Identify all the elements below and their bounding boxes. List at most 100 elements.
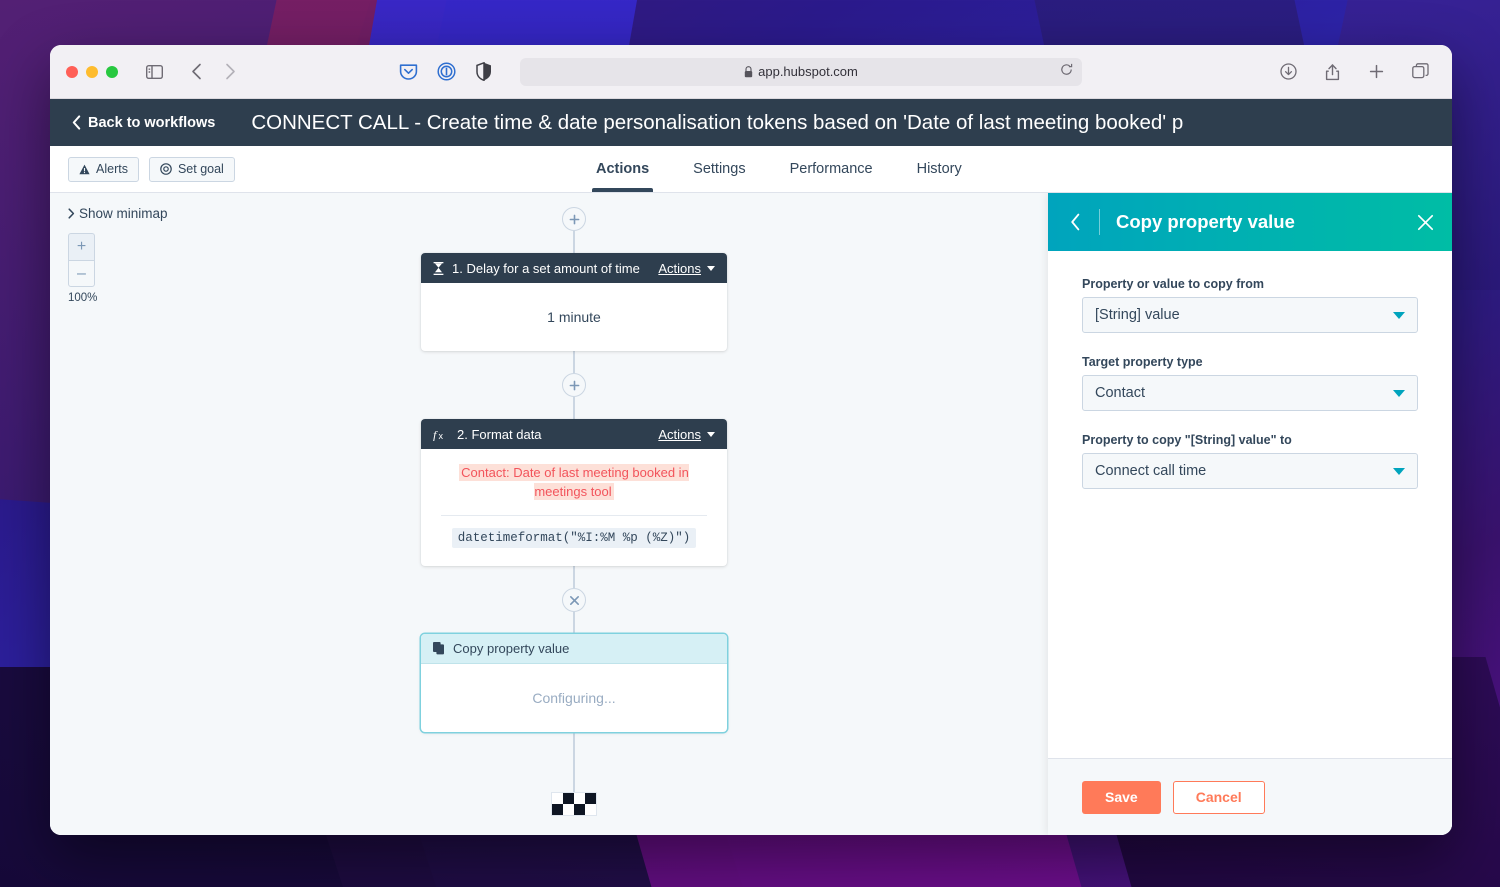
- chevron-down-icon: [707, 431, 715, 437]
- add-step-node-2[interactable]: [562, 373, 586, 397]
- field-label: Property or value to copy from: [1082, 277, 1264, 291]
- tab-performance-label: Performance: [789, 161, 873, 177]
- browser-toolbar: app.hubspot.com: [50, 45, 1452, 99]
- step-card-header: Copy property value: [421, 634, 727, 664]
- url-text: app.hubspot.com: [758, 64, 858, 79]
- cancel-button[interactable]: Cancel: [1172, 780, 1265, 814]
- panel-header-divider: [1099, 209, 1100, 235]
- field-target-property-type: Target property type Contact: [1082, 355, 1418, 411]
- onepassword-icon[interactable]: [432, 59, 460, 85]
- workflow-step-card[interactable]: f x 2. Format data Actions Contact: Date…: [421, 419, 727, 566]
- pocket-icon[interactable]: [394, 59, 422, 85]
- share-icon[interactable]: [1318, 59, 1346, 85]
- chevron-left-icon: [1071, 213, 1080, 231]
- back-icon[interactable]: [182, 59, 210, 85]
- step-actions-dropdown[interactable]: Actions: [658, 261, 715, 276]
- step-actions-dropdown[interactable]: Actions: [658, 427, 715, 442]
- alerts-button[interactable]: Alerts: [68, 156, 139, 182]
- plus-icon: [569, 380, 579, 390]
- alerts-label: Alerts: [96, 162, 128, 176]
- select-value: Contact: [1095, 385, 1145, 401]
- workflow-step-card[interactable]: 1. Delay for a set amount of time Action…: [421, 253, 727, 351]
- workflow-header: Back to workflows CONNECT CALL - Create …: [50, 99, 1452, 146]
- function-icon: f x: [433, 428, 449, 441]
- window-controls: [66, 65, 118, 78]
- workflow-flow: 1. Delay for a set amount of time Action…: [50, 193, 1098, 835]
- copy-property-value-panel: Copy property value Property or value to…: [1048, 193, 1452, 835]
- target-property-type-select[interactable]: Contact: [1082, 375, 1418, 411]
- set-goal-label: Set goal: [177, 162, 224, 176]
- panel-form: Property or value to copy from [String] …: [1048, 251, 1452, 758]
- select-value: [String] value: [1095, 307, 1180, 323]
- warning-triangle-icon: [79, 164, 90, 174]
- tab-performance[interactable]: Performance: [774, 146, 889, 192]
- downloads-icon[interactable]: [1274, 59, 1302, 85]
- hourglass-icon: [433, 261, 444, 275]
- close-icon: [1417, 214, 1434, 230]
- browser-actions: [1274, 59, 1436, 85]
- tab-settings[interactable]: Settings: [677, 146, 761, 192]
- chevron-left-icon: [72, 115, 81, 130]
- save-label: Save: [1105, 789, 1138, 805]
- save-button[interactable]: Save: [1082, 780, 1161, 814]
- step-card-header: 1. Delay for a set amount of time Action…: [421, 253, 727, 283]
- select-value: Connect call time: [1095, 463, 1207, 479]
- close-icon: [569, 595, 579, 605]
- svg-text:x: x: [439, 431, 444, 441]
- workflow-canvas[interactable]: Show minimap + – 100% 1. Delay for a set…: [50, 193, 1452, 835]
- workflow-navbar: Alerts Set goal Actions Settings Perform…: [50, 146, 1452, 193]
- cancel-label: Cancel: [1195, 789, 1242, 805]
- chevron-down-icon: [707, 265, 715, 271]
- step-title: 2. Format data: [457, 426, 542, 442]
- tab-overview-icon[interactable]: [1406, 59, 1434, 85]
- set-goal-button[interactable]: Set goal: [148, 156, 235, 182]
- sidebar-icon[interactable]: [140, 59, 168, 85]
- tab-actions-label: Actions: [596, 161, 650, 177]
- chevron-down-icon: [1393, 467, 1405, 475]
- browser-extensions: [394, 59, 498, 85]
- panel-header: Copy property value: [1048, 193, 1452, 251]
- address-bar[interactable]: app.hubspot.com: [520, 57, 1082, 86]
- property-to-copy-from-select[interactable]: [String] value: [1082, 297, 1418, 333]
- panel-back-button[interactable]: [1070, 213, 1081, 231]
- chevron-down-icon: [1393, 311, 1405, 319]
- tab-history-label: History: [916, 161, 962, 177]
- property-token: Contact: Date of last meeting booked in …: [459, 464, 689, 500]
- tab-actions[interactable]: Actions: [580, 146, 665, 192]
- maximize-window-button[interactable]: [106, 65, 118, 78]
- desktop-wallpaper: app.hubspot.com Back to workflows CONNEC…: [0, 0, 1500, 887]
- forward-icon[interactable]: [216, 59, 244, 85]
- tab-history[interactable]: History: [901, 146, 978, 192]
- hubspot-app: Back to workflows CONNECT CALL - Create …: [50, 99, 1452, 835]
- workflow-step-card-selected[interactable]: Copy property value Configuring...: [421, 634, 727, 732]
- target-icon: [160, 163, 172, 175]
- chevron-down-icon: [1393, 389, 1405, 397]
- svg-text:f: f: [433, 428, 438, 441]
- back-to-workflows-link[interactable]: Back to workflows: [72, 115, 215, 131]
- url-display: app.hubspot.com: [520, 64, 1082, 79]
- card-divider: [441, 515, 707, 516]
- field-property-to-copy-from: Property or value to copy from [String] …: [1082, 277, 1418, 333]
- field-property-to-copy-to: Property to copy "[String] value" to Con…: [1082, 433, 1418, 489]
- tab-settings-label: Settings: [693, 161, 746, 177]
- step-actions-label: Actions: [658, 260, 701, 276]
- workflow-tabs: Actions Settings Performance History: [580, 146, 978, 192]
- page-title: CONNECT CALL - Create time & date person…: [251, 110, 1184, 134]
- reload-icon[interactable]: [1060, 63, 1073, 81]
- workflow-end-flag: [421, 792, 727, 816]
- remove-step-node[interactable]: [562, 588, 586, 612]
- minimize-window-button[interactable]: [86, 65, 98, 78]
- back-to-workflows-label: Back to workflows: [88, 114, 216, 131]
- close-window-button[interactable]: [66, 65, 78, 78]
- panel-close-button[interactable]: [1417, 214, 1434, 231]
- checkered-flag-icon: [551, 792, 597, 816]
- step-body: Configuring...: [532, 690, 616, 706]
- field-label: Property to copy "[String] value" to: [1082, 433, 1292, 447]
- property-to-copy-to-select[interactable]: Connect call time: [1082, 453, 1418, 489]
- add-step-node-1[interactable]: [562, 207, 586, 231]
- step-body: 1 minute: [547, 309, 601, 325]
- step-title: 1. Delay for a set amount of time: [452, 260, 640, 276]
- shield-icon[interactable]: [470, 59, 498, 85]
- format-expression: datetimeformat("%I:%M %p (%Z)"): [451, 528, 697, 548]
- new-tab-icon[interactable]: [1362, 59, 1390, 85]
